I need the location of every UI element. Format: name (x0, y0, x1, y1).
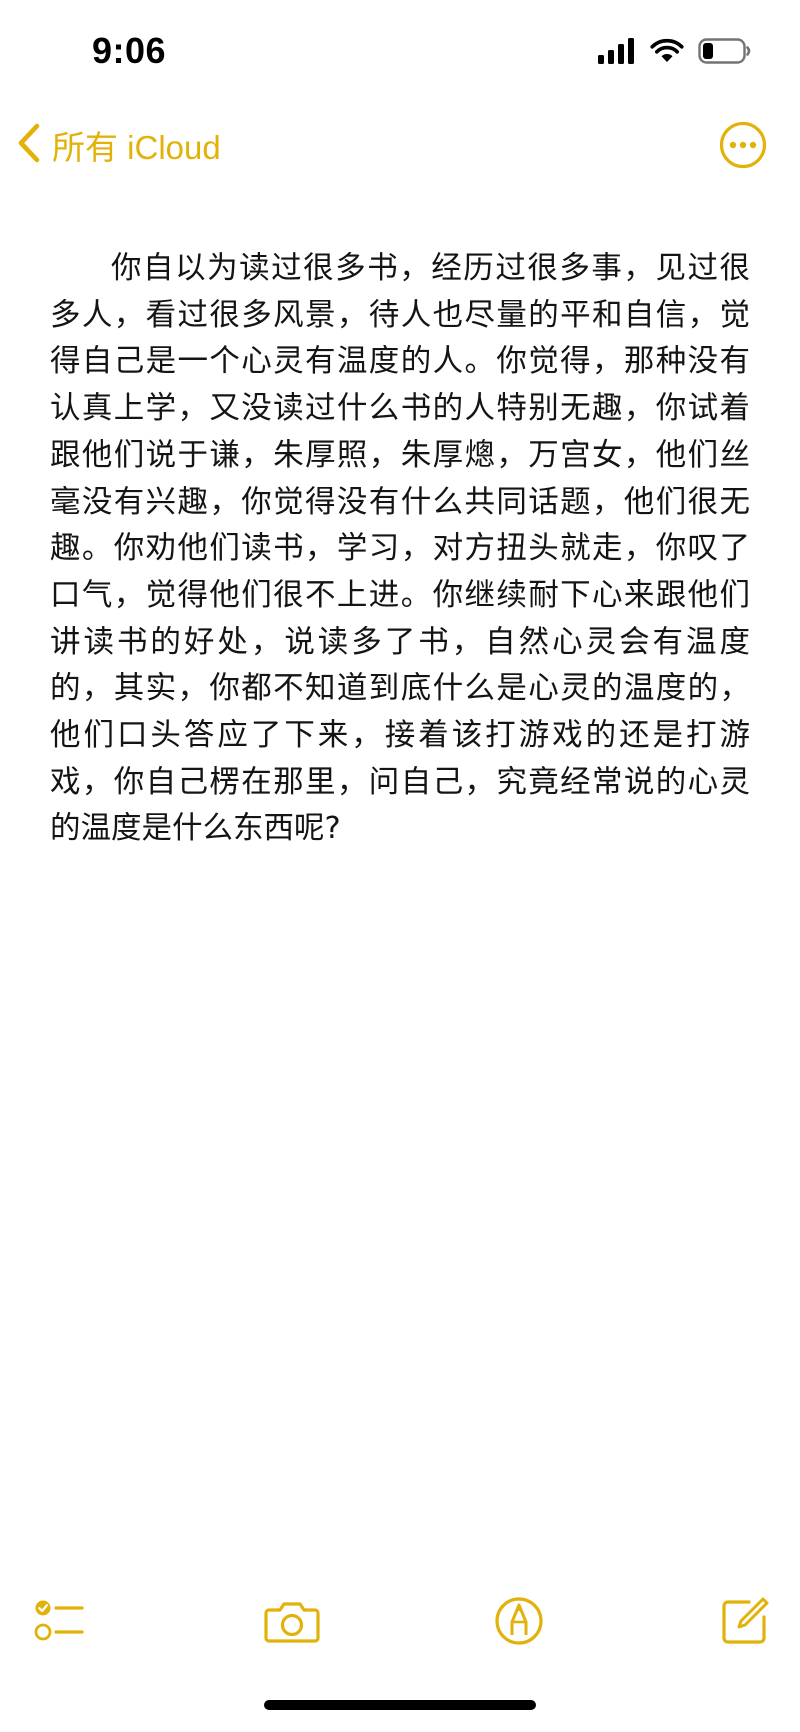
camera-button[interactable] (257, 1588, 327, 1658)
battery-icon (698, 38, 752, 68)
bottom-toolbar (0, 1588, 800, 1658)
back-button[interactable]: 所有 iCloud (16, 120, 221, 170)
home-indicator[interactable] (264, 1700, 536, 1710)
ellipsis-circle-icon (718, 121, 768, 174)
chevron-left-icon (16, 122, 42, 168)
checklist-button[interactable] (26, 1588, 96, 1658)
cellular-signal-icon (598, 38, 636, 68)
status-time: 9:06 (92, 30, 167, 71)
compose-icon (719, 1595, 771, 1651)
more-options-button[interactable] (718, 120, 768, 170)
markup-pen-icon (493, 1595, 545, 1651)
status-icons (598, 38, 752, 68)
nav-bar: 所有 iCloud (0, 110, 800, 180)
status-bar: 9:06 (0, 0, 800, 100)
camera-icon (263, 1597, 321, 1649)
note-body-text[interactable]: 你自以为读过很多书，经历过很多事，见过很多人，看过很多风景，待人也尽量的平和自信… (50, 246, 750, 853)
markup-button[interactable] (484, 1588, 554, 1658)
wifi-icon (650, 38, 684, 68)
compose-button[interactable] (710, 1588, 780, 1658)
checklist-icon (34, 1597, 88, 1649)
back-button-label: 所有 iCloud (52, 129, 221, 166)
